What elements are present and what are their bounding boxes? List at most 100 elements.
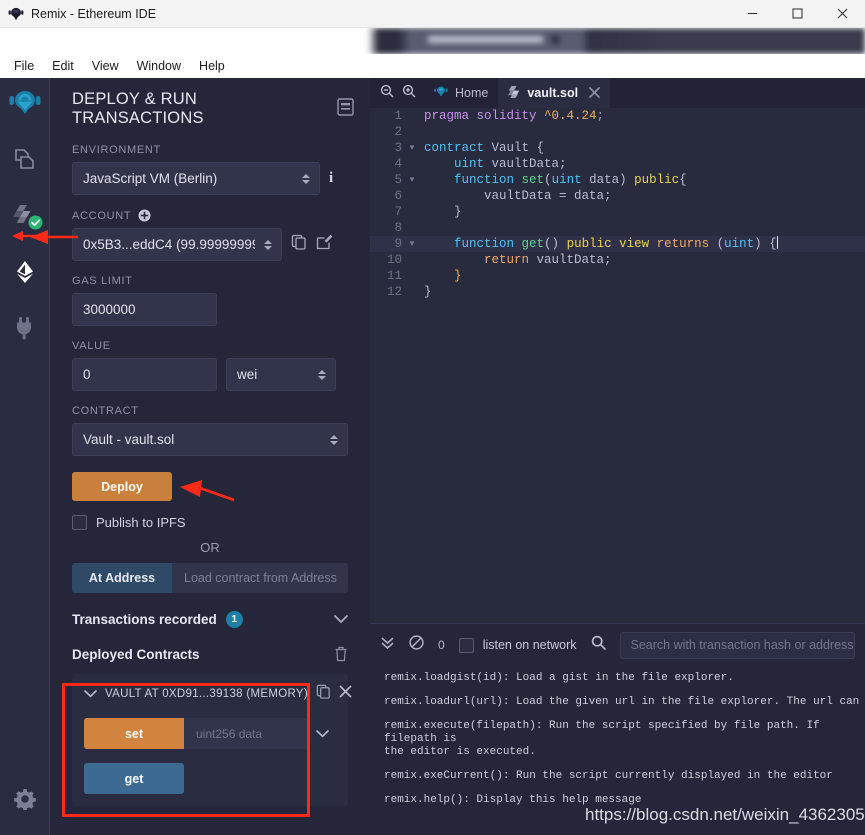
sidebar-item-plugin-manager[interactable] <box>0 302 50 358</box>
line-number: 4 <box>394 157 402 171</box>
listen-on-network-toggle[interactable]: listen on network <box>458 637 577 653</box>
code-token: { <box>536 141 545 155</box>
account-select[interactable]: 0x5B3...eddC4 (99.99999999 <box>72 228 282 261</box>
chevron-down-icon[interactable] <box>308 729 336 738</box>
code-text: contract Vault { <box>418 140 544 156</box>
code-line: 2 <box>370 124 865 140</box>
menu-window[interactable]: Window <box>129 56 189 76</box>
chevron-down-icon[interactable] <box>334 615 348 624</box>
info-icon[interactable]: i <box>329 170 333 187</box>
sidebar-item-deploy-run[interactable] <box>0 246 50 302</box>
contract-value: Vault - vault.sol <box>83 432 175 447</box>
close-button[interactable] <box>820 0 865 28</box>
code-token: vaultData; <box>536 253 612 267</box>
minimize-button[interactable] <box>730 0 775 28</box>
deployed-contract-header[interactable]: VAULT AT 0XD91...39138 (MEMORY) <box>84 684 352 704</box>
tab-home[interactable]: Home <box>424 78 498 108</box>
code-fold-toggle[interactable]: ▾ <box>406 140 418 156</box>
close-icon[interactable] <box>339 685 352 703</box>
value-input[interactable]: 0 <box>72 358 217 391</box>
code-token: function <box>454 237 522 251</box>
code-token: public <box>566 237 620 251</box>
plus-circle-icon[interactable] <box>138 209 151 222</box>
window-controls <box>730 0 865 28</box>
transaction-search-input[interactable]: Search with transaction hash or address <box>619 631 855 659</box>
line-number: 5 <box>394 173 402 187</box>
listen-on-network-checkbox[interactable] <box>458 637 474 653</box>
publish-ipfs-label: Publish to IPFS <box>96 515 186 530</box>
transactions-recorded-row[interactable]: Transactions recorded 1 <box>72 611 348 628</box>
at-address-input[interactable]: Load contract from Address <box>172 563 348 593</box>
value-unit-select[interactable]: wei <box>226 358 336 391</box>
line-number: 11 <box>386 269 402 283</box>
environment-select[interactable]: JavaScript VM (Berlin) <box>72 162 320 195</box>
sidebar-item-settings[interactable] <box>0 773 50 829</box>
copy-icon[interactable] <box>316 684 331 704</box>
tab-vault-sol[interactable]: vault.sol <box>498 78 611 108</box>
code-text: } <box>418 268 462 284</box>
remix-logo-icon <box>8 6 24 22</box>
code-token: ) <box>619 173 635 187</box>
code-line: 12} <box>370 284 865 300</box>
menu-view[interactable]: View <box>84 56 127 76</box>
function-set-input[interactable]: uint256 data <box>184 718 308 749</box>
zoom-in-icon[interactable] <box>402 84 416 103</box>
deploy-run-icon <box>11 258 39 291</box>
zoom-out-icon[interactable] <box>380 84 394 103</box>
search-icon[interactable] <box>591 635 606 655</box>
code-token: public <box>634 173 680 187</box>
chevron-down-icon[interactable] <box>84 685 97 703</box>
trash-icon[interactable] <box>334 646 348 662</box>
contract-function-row-get: get <box>84 763 336 794</box>
chevrons-down-icon[interactable] <box>380 635 395 655</box>
code-content[interactable]: 1 pragma solidity ^0.4.24; 2 3 ▾ contract Vau… <box>370 108 865 623</box>
account-label-text: ACCOUNT <box>72 209 132 222</box>
clear-console-icon[interactable] <box>409 635 424 655</box>
line-number: 7 <box>394 205 402 219</box>
function-get-button[interactable]: get <box>84 763 184 794</box>
line-number: 10 <box>386 253 402 267</box>
transactions-recorded-badge: 1 <box>225 611 243 628</box>
at-address-button[interactable]: At Address <box>72 563 172 593</box>
code-line: 6 vaultData = data; <box>370 188 865 204</box>
menu-bar: File Edit View Window Help <box>0 54 865 78</box>
sidebar-item-file-explorer[interactable] <box>0 134 50 190</box>
pending-transactions-count: 0 <box>438 638 445 652</box>
sidebar-item-remix-home[interactable] <box>0 78 50 134</box>
publish-ipfs-checkbox[interactable] <box>72 515 87 530</box>
code-line: 5 ▾ function set(uint data) public{ <box>370 172 865 188</box>
close-icon[interactable] <box>589 86 600 101</box>
code-text: uint vaultData; <box>418 156 567 172</box>
at-address-row: At Address Load contract from Address <box>72 563 348 593</box>
transactions-recorded-label: Transactions recorded <box>72 612 217 627</box>
line-number: 12 <box>386 285 402 299</box>
code-fold-toggle[interactable]: ▾ <box>406 172 418 188</box>
contract-select[interactable]: Vault - vault.sol <box>72 423 348 456</box>
sidebar-item-solidity-compiler[interactable] <box>0 190 50 246</box>
line-number: 1 <box>394 109 402 123</box>
code-text: function set(uint data) public{ <box>418 172 687 188</box>
line-number: 2 <box>394 125 402 139</box>
gas-limit-input[interactable]: 3000000 <box>72 293 217 326</box>
code-token: () <box>544 237 567 251</box>
maximize-button[interactable] <box>775 0 820 28</box>
code-fold-toggle <box>406 204 418 220</box>
code-fold-toggle <box>406 268 418 284</box>
deploy-button[interactable]: Deploy <box>72 472 172 501</box>
edit-sign-icon[interactable] <box>316 234 333 255</box>
documentation-book-icon[interactable] <box>337 97 354 121</box>
function-set-button[interactable]: set <box>84 718 184 749</box>
code-token: function <box>454 173 522 187</box>
menu-edit[interactable]: Edit <box>44 56 82 76</box>
code-token: data <box>589 173 620 187</box>
copy-icon[interactable] <box>291 234 307 255</box>
code-fold-toggle[interactable]: ▾ <box>406 236 418 252</box>
environment-value: JavaScript VM (Berlin) <box>83 171 218 186</box>
code-token: get <box>521 237 545 251</box>
code-line: 4 uint vaultData; <box>370 156 865 172</box>
menu-file[interactable]: File <box>6 56 42 76</box>
code-token: ; <box>596 109 605 123</box>
publish-ipfs-row[interactable]: Publish to IPFS <box>72 515 348 530</box>
menu-help[interactable]: Help <box>191 56 233 76</box>
